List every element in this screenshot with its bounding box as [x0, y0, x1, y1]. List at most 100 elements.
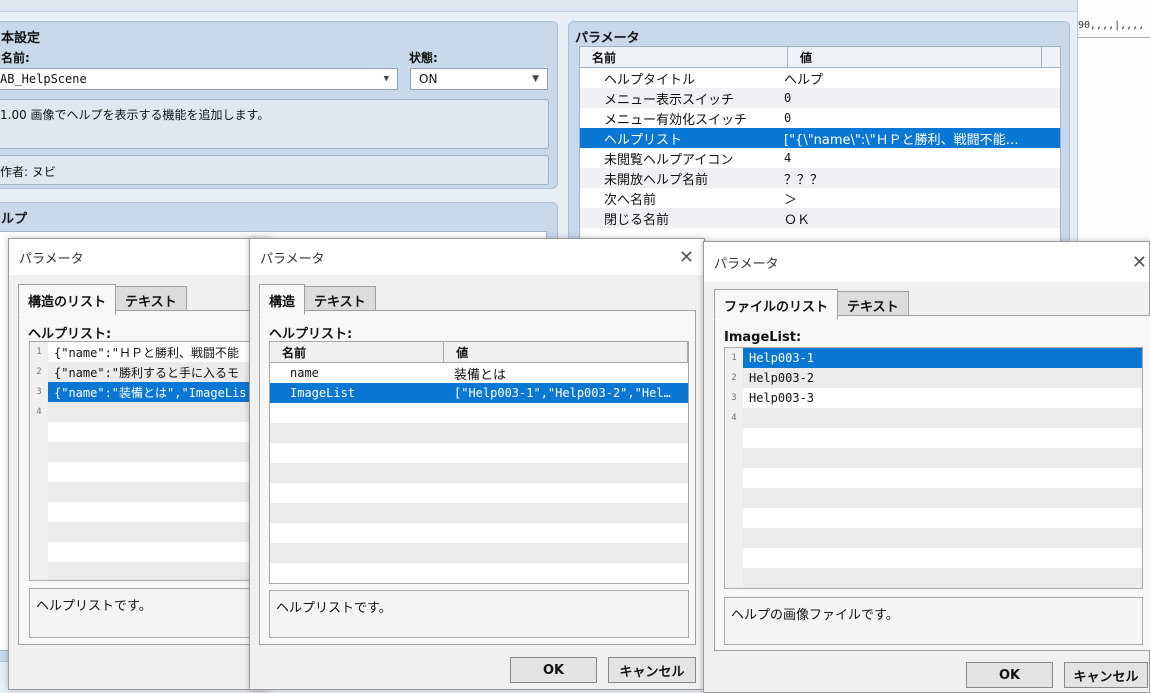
list-item [30, 562, 276, 580]
structure-list[interactable]: 1 {"name":"ＨＰと勝利、戦闘不能 2 {"name":"勝利すると手に入る… [29, 341, 277, 581]
table-row[interactable]: メニュー表示スイッチ 0 [580, 88, 1060, 108]
col-name-header: 名前 [270, 342, 445, 362]
dialog-description: ヘルプの画像ファイルです。 [724, 597, 1143, 645]
window-top-strip [0, 0, 1077, 12]
dialog-titlebar: パラメータ ✕ [704, 242, 1149, 282]
parameter-dialog-structure: パラメータ ✕ 構造 テキスト ヘルプリスト: 名前 値 name 装備とは Im… [249, 238, 705, 690]
basic-settings-panel: 本設定 名前: 状態: AB_HelpScene ▼ ON ▼ 1.00 画像で… [0, 21, 558, 189]
param-name: 次へ名前 [604, 192, 657, 208]
state-select[interactable]: ON ▼ [410, 68, 548, 90]
table-row[interactable]: 閉じる名前 ＯＫ [580, 208, 1060, 228]
list-label: ヘルプリスト: [28, 327, 112, 342]
table-row-selected[interactable]: ヘルプリスト ["{\"name\":\"ＨＰと勝利、戦闘不能… [580, 128, 1060, 148]
dialog-title: パラメータ [714, 256, 779, 272]
state-value: ON [419, 72, 438, 86]
state-label: 状態: [409, 51, 438, 65]
cancel-button[interactable]: キャンセル [1064, 662, 1148, 688]
field-value: 装備とは [454, 367, 507, 383]
plugin-description-text: 1.00 画像でヘルプを表示する機能を追加します。 [0, 108, 270, 122]
parameters-panel: パラメータ 名前 値 ヘルプタイトル ヘルプ メニュー表示スイッチ 0 メニュー有効… [568, 21, 1070, 261]
col-value-header: 値 [444, 342, 688, 362]
file-list[interactable]: 1 Help003-1 2 Help003-2 3 Help003-3 4 [724, 347, 1143, 589]
table-row [270, 483, 688, 503]
plugin-author: 作者: ヌビ [0, 155, 549, 185]
list-item-selected[interactable]: 3 {"name":"装備とは","ImageLis [30, 382, 276, 402]
line-number: 4 [30, 402, 48, 422]
param-value: 4 [784, 151, 792, 165]
plugin-name-value: AB_HelpScene [0, 72, 87, 86]
table-row [270, 443, 688, 463]
dialog-titlebar: パラメータ [9, 239, 269, 275]
table-row[interactable]: 未閲覧ヘルプアイコン 4 [580, 148, 1060, 168]
list-item[interactable]: 2 {"name":"勝利すると手に入るモ [30, 362, 276, 382]
table-row [270, 563, 688, 583]
list-item [30, 482, 276, 502]
structure-rows: name 装備とは ImageList ["Help003-1","Help003-… [270, 363, 688, 583]
structure-table[interactable]: 名前 値 name 装備とは ImageList ["Help003-1","Hel… [269, 341, 689, 584]
ruler: 90,,,,|,,,, [1077, 20, 1150, 38]
close-icon[interactable]: ✕ [679, 247, 694, 268]
table-row [270, 523, 688, 543]
line-number: 3 [725, 388, 743, 408]
tab-structure-list[interactable]: 構造のリスト [18, 284, 117, 315]
param-name: 閉じる名前 [604, 212, 670, 228]
param-value: 0 [784, 111, 792, 125]
tab-content: ImageList: 1 Help003-1 2 Help003-2 3 Help00… [714, 315, 1150, 651]
table-row [270, 503, 688, 523]
list-item[interactable]: 1 {"name":"ＨＰと勝利、戦闘不能 [30, 342, 276, 362]
field-name: name [290, 366, 319, 380]
param-value: ＯＫ [784, 212, 811, 228]
line-number: 1 [725, 348, 743, 368]
dialog-title: パラメータ [260, 251, 325, 267]
tab-file-list[interactable]: ファイルのリスト [714, 289, 839, 320]
line-number: 3 [30, 382, 48, 402]
dialog-description: ヘルプリストです。 [269, 590, 689, 638]
plugin-name-select[interactable]: AB_HelpScene ▼ [0, 68, 398, 90]
ok-button[interactable]: OK [966, 662, 1053, 688]
table-row[interactable]: 次へ名前 ＞ [580, 188, 1060, 208]
tab-structure[interactable]: 構造 [259, 284, 306, 315]
parameters-table-header: 名前 値 [580, 47, 1060, 68]
table-row[interactable]: 未開放ヘルプ名前 ？？？ [580, 168, 1060, 188]
parameter-dialog-file-list: パラメータ ✕ ファイルのリスト テキスト ImageList: 1 Help00… [703, 241, 1150, 693]
parameters-rows: ヘルプタイトル ヘルプ メニュー表示スイッチ 0 メニュー有効化スイッチ 0 ヘルプリ… [580, 68, 1060, 228]
line-number: 2 [725, 368, 743, 388]
param-name: 未開放ヘルプ名前 [604, 172, 709, 188]
list-item[interactable]: 4 [30, 402, 276, 422]
param-name: メニュー有効化スイッチ [604, 112, 748, 128]
param-name: 未閲覧ヘルプアイコン [604, 152, 734, 168]
table-row [270, 463, 688, 483]
help-title: ルプ [1, 212, 28, 227]
name-label: 名前: [1, 51, 30, 65]
close-icon[interactable]: ✕ [1132, 252, 1147, 273]
table-row[interactable]: name 装備とは [270, 363, 688, 383]
parameter-dialog-structure-list: パラメータ 構造のリスト テキスト ヘルプリスト: 1 {"name":"ＨＰと勝… [8, 238, 278, 690]
line-number: 1 [30, 342, 48, 362]
table-row[interactable]: メニュー有効化スイッチ 0 [580, 108, 1060, 128]
list-item-selected[interactable]: 1 Help003-1 [725, 348, 1142, 368]
structure-table-header: 名前 値 [270, 342, 688, 363]
parameters-table: 名前 値 ヘルプタイトル ヘルプ メニュー表示スイッチ 0 メニュー有効化スイッチ 0… [579, 46, 1061, 258]
list-item[interactable]: 3 Help003-3 [725, 388, 1142, 408]
list-item [725, 528, 1142, 548]
list-item[interactable]: 4 [725, 408, 1142, 428]
list-item[interactable]: 2 Help003-2 [725, 368, 1142, 388]
param-value: 0 [784, 91, 792, 105]
list-item [30, 502, 276, 522]
list-label: ImageList: [724, 330, 802, 345]
table-row-selected[interactable]: ImageList ["Help003-1","Help003-2","Hel… [270, 383, 688, 403]
field-name: ImageList [290, 386, 356, 400]
param-value: ヘルプ [784, 72, 824, 88]
list-item [725, 548, 1142, 568]
list-item [725, 568, 1142, 588]
table-row[interactable]: ヘルプタイトル ヘルプ [580, 68, 1060, 88]
dialog-title: パラメータ [19, 251, 84, 267]
param-value: ＞ [784, 192, 798, 208]
list-item [30, 462, 276, 482]
param-value: ？？？ [784, 172, 824, 188]
cancel-button[interactable]: キャンセル [608, 657, 696, 683]
param-name: ヘルプタイトル [604, 72, 696, 88]
chevron-down-icon: ▼ [383, 74, 389, 84]
ok-button[interactable]: OK [510, 657, 597, 683]
list-item [30, 542, 276, 562]
